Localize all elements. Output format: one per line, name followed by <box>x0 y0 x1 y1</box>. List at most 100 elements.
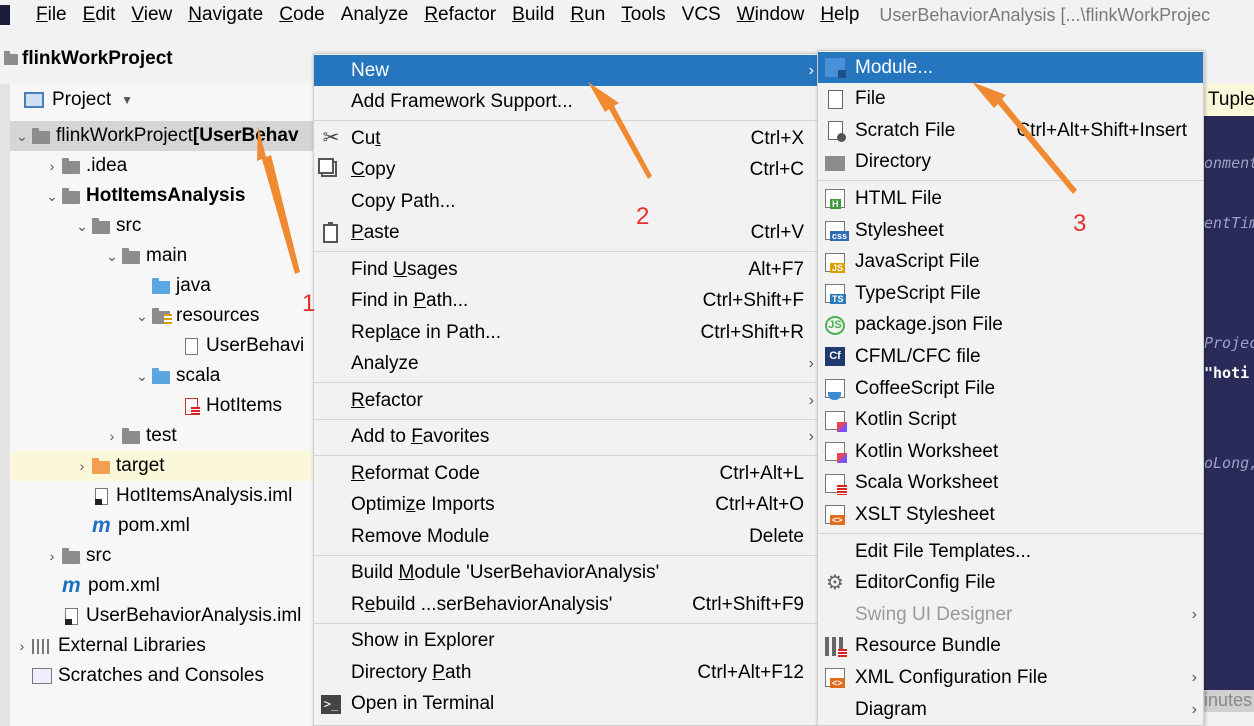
menu-build[interactable]: Build <box>504 0 562 30</box>
menu-item-find-in-path[interactable]: Find in Path... Ctrl+Shift+F <box>314 286 820 317</box>
new-file[interactable]: File <box>818 84 1203 115</box>
menu-item-paste[interactable]: Paste Ctrl+V <box>314 218 820 249</box>
menu-item-build-module-userbehavioranalysis[interactable]: Build Module 'UserBehaviorAnalysis' <box>314 558 820 589</box>
chevron-right-icon[interactable]: › <box>102 428 122 444</box>
project-breadcrumb[interactable]: flinkWorkProject <box>0 42 320 76</box>
menu-item-find-usages[interactable]: Find Usages Alt+F7 <box>314 254 820 285</box>
menu-edit[interactable]: Edit <box>75 0 124 30</box>
new-kotlin-worksheet[interactable]: Kotlin Worksheet <box>818 436 1203 467</box>
chevron-down-icon[interactable]: ⌄ <box>132 368 152 385</box>
menu-item-directory-path[interactable]: Directory Path Ctrl+Alt+F12 <box>314 657 820 688</box>
chevron-down-icon[interactable]: ⌄ <box>42 188 62 205</box>
chevron-down-icon[interactable]: ⌄ <box>72 218 92 235</box>
menu-item-shortcut: Ctrl+Alt+F12 <box>697 661 804 683</box>
new-edit-file-templates[interactable]: Edit File Templates... <box>818 536 1203 567</box>
tree-item-java[interactable]: java <box>10 271 320 301</box>
menu-item-label: CFML/CFC file <box>855 345 981 367</box>
menu-mnemonic: N <box>188 4 202 25</box>
chevron-right-icon[interactable]: › <box>42 158 62 174</box>
tree-item-pom-xml[interactable]: m pom.xml <box>10 511 320 541</box>
menu-item-replace-in-path[interactable]: Replace in Path... Ctrl+Shift+R <box>314 317 820 348</box>
new-xml-configuration-file[interactable]: <> XML Configuration File › <box>818 662 1203 693</box>
menu-item-add-to-favorites[interactable]: Add to Favorites › <box>314 422 820 453</box>
menu-item-rebuild-serbehavioranalysis[interactable]: Rebuild ...serBehaviorAnalysis' Ctrl+Shif… <box>314 589 820 620</box>
tree-item-resources[interactable]: ⌄ resources <box>10 301 320 331</box>
menu-bar: File Edit View Navigate Code Analyze Refactor B… <box>0 0 1254 30</box>
chevron-right-icon[interactable]: › <box>72 458 92 474</box>
menu-item-remove-module[interactable]: Remove Module Delete <box>314 521 820 552</box>
menu-item-copy[interactable]: Copy Ctrl+C <box>314 155 820 186</box>
tree-item-flinkworkproject-userbehav[interactable]: ⌄ flinkWorkProject [UserBehav <box>10 121 320 151</box>
project-panel-header[interactable]: Project ▼ <box>10 84 320 116</box>
new-html-file[interactable]: H HTML File <box>818 183 1203 214</box>
new-diagram[interactable]: Diagram › <box>818 694 1203 725</box>
new-typescript-file[interactable]: TS TypeScript File <box>818 278 1203 309</box>
chevron-down-icon[interactable]: ⌄ <box>102 248 122 265</box>
tree-item-pom-xml[interactable]: m pom.xml <box>10 571 320 601</box>
menu-analyze[interactable]: Analyze <box>333 0 417 30</box>
code-editor[interactable]: onment entTim Projec "hoti oLong, <box>1204 116 1254 690</box>
folder-icon <box>32 128 50 144</box>
menu-window[interactable]: Window <box>729 0 813 30</box>
chevron-down-icon[interactable]: ⌄ <box>12 128 32 145</box>
file-type-badge: TS <box>830 294 846 305</box>
chevron-down-icon[interactable]: ▼ <box>121 93 133 107</box>
menu-item-label: Scala Worksheet <box>855 472 999 494</box>
menu-refactor[interactable]: Refactor <box>416 0 504 30</box>
menu-vcs[interactable]: VCS <box>674 0 729 30</box>
menu-item-open-in-terminal[interactable]: >_ Open in Terminal <box>314 689 820 720</box>
menu-item-show-in-explorer[interactable]: Show in Explorer <box>314 626 820 657</box>
tree-item-hotitems[interactable]: HotItems <box>10 391 320 421</box>
chevron-right-icon[interactable]: › <box>42 548 62 564</box>
new-xslt-stylesheet[interactable]: <> XSLT Stylesheet <box>818 499 1203 530</box>
tree-item-test[interactable]: › test <box>10 421 320 451</box>
new-javascript-file[interactable]: JS JavaScript File <box>818 247 1203 278</box>
menu-help[interactable]: Help <box>812 0 867 30</box>
menu-item-copy-path[interactable]: Copy Path... <box>314 186 820 217</box>
menu-tools[interactable]: Tools <box>613 0 673 30</box>
file-icon <box>95 487 108 505</box>
new-scratch-file[interactable]: Scratch File Ctrl+Alt+Shift+Insert <box>818 115 1203 146</box>
menu-view[interactable]: View <box>123 0 180 30</box>
tree-item-userbehavioranalysis-iml[interactable]: UserBehaviorAnalysis.iml <box>10 601 320 631</box>
menu-item-refactor[interactable]: Refactor › <box>314 385 820 416</box>
new-scala-worksheet[interactable]: Scala Worksheet <box>818 468 1203 499</box>
menu-item-cut[interactable]: ✂ Cut Ctrl+X <box>314 123 820 154</box>
tree-item-scala[interactable]: ⌄ scala <box>10 361 320 391</box>
tree-item-target[interactable]: › target <box>10 451 320 481</box>
new-package-json-file[interactable]: JS package.json File <box>818 310 1203 341</box>
menu-item-add-framework-support[interactable]: Add Framework Support... <box>314 87 820 118</box>
tree-item-userbehavi[interactable]: UserBehavi <box>10 331 320 361</box>
tree-item-src[interactable]: › src <box>10 541 320 571</box>
menu-navigate[interactable]: Navigate <box>180 0 271 30</box>
tree-item-main[interactable]: ⌄ main <box>10 241 320 271</box>
menu-code[interactable]: Code <box>271 0 332 30</box>
tree-item-hotitemsanalysis[interactable]: ⌄ HotItemsAnalysis <box>10 181 320 211</box>
new-directory[interactable]: Directory <box>818 147 1203 178</box>
menu-item-label: Cut <box>351 127 381 149</box>
menu-item-analyze[interactable]: Analyze › <box>314 349 820 380</box>
new-resource-bundle[interactable]: Resource Bundle <box>818 631 1203 662</box>
menu-run[interactable]: Run <box>562 0 613 30</box>
menu-item-reformat-code[interactable]: Reformat Code Ctrl+Alt+L <box>314 458 820 489</box>
tree-item-idea[interactable]: › .idea <box>10 151 320 181</box>
new-coffeescript-file[interactable]: CoffeeScript File <box>818 373 1203 404</box>
menu-item-new[interactable]: New › <box>314 55 820 86</box>
tree-item-src[interactable]: ⌄ src <box>10 211 320 241</box>
tree-item-scratches-and-consoles[interactable]: Scratches and Consoles <box>10 661 320 691</box>
new-kotlin-script[interactable]: Kotlin Script <box>818 405 1203 436</box>
tree-item-hotitemsanalysis-iml[interactable]: HotItemsAnalysis.iml <box>10 481 320 511</box>
menu-item-label: Find Usages <box>351 258 458 280</box>
menu-file[interactable]: File <box>28 0 75 30</box>
folder-icon <box>152 278 170 294</box>
new-editorconfig-file[interactable]: ⚙ EditorConfig File <box>818 568 1203 599</box>
menu-item-optimize-imports[interactable]: Optimize Imports Ctrl+Alt+O <box>314 490 820 521</box>
new-stylesheet[interactable]: css Stylesheet <box>818 215 1203 246</box>
menu-item-shortcut: Ctrl+Alt+Shift+Insert <box>1016 119 1187 141</box>
chevron-down-icon[interactable]: ⌄ <box>132 308 152 325</box>
new-cfml-cfc-file[interactable]: Cf CFML/CFC file <box>818 341 1203 372</box>
chevron-right-icon[interactable]: › <box>12 638 32 654</box>
new-module[interactable]: Module... <box>818 52 1203 83</box>
tree-item-external-libraries[interactable]: › External Libraries <box>10 631 320 661</box>
editor-tab-tuple[interactable]: Tuple <box>1204 84 1254 116</box>
